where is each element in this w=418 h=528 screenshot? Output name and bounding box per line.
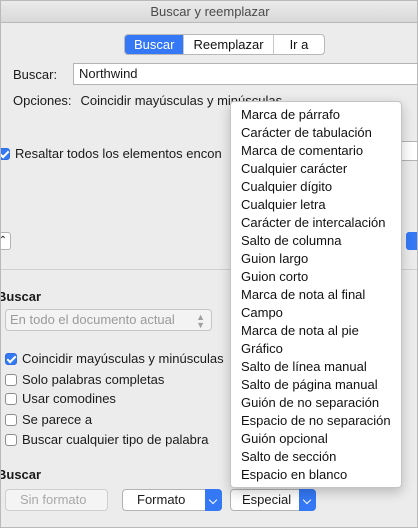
wildcards-row[interactable]: Usar comodines <box>5 391 116 406</box>
chevron-down-icon <box>205 489 222 511</box>
sounds-like-row[interactable]: Se parece a <box>5 412 92 427</box>
menu-item[interactable]: Marca de nota al pie <box>231 322 401 340</box>
find-next-button[interactable] <box>406 232 417 250</box>
menu-item[interactable]: Campo <box>231 304 401 322</box>
wildcards-label: Usar comodines <box>22 391 116 406</box>
menu-item[interactable]: Cualquier letra <box>231 196 401 214</box>
whole-words-label: Solo palabras completas <box>22 372 165 387</box>
special-button[interactable]: Especial <box>230 489 316 511</box>
menu-item[interactable]: Cualquier carácter <box>231 160 401 178</box>
all-word-forms-checkbox[interactable] <box>5 433 17 446</box>
scope-select-value: En todo el documento actual <box>10 312 175 327</box>
special-menu: Marca de párrafo Carácter de tabulación … <box>230 101 402 488</box>
menu-item[interactable]: Salto de línea manual <box>231 358 401 376</box>
chevron-down-icon <box>299 489 316 511</box>
special-button-label: Especial <box>242 492 292 507</box>
menu-item[interactable]: Espacio de no separación <box>231 412 401 430</box>
menu-item[interactable]: Salto de columna <box>231 232 401 250</box>
search-input[interactable]: Northwind <box>73 63 417 85</box>
tab-ir-a[interactable]: Ir a <box>272 35 325 54</box>
whole-words-row[interactable]: Solo palabras completas <box>5 372 164 387</box>
chevron-up-icon: ⌃ <box>1 235 7 246</box>
chevron-down-icon: ▼ <box>196 320 205 330</box>
collapse-button[interactable]: ⌃ <box>1 232 11 250</box>
match-case-label: Coincidir mayúsculas y minúsculas <box>22 351 224 366</box>
menu-item[interactable]: Carácter de tabulación <box>231 124 401 142</box>
menu-item[interactable]: Espacio en blanco <box>231 466 401 484</box>
find-replace-window: Buscar y reemplazar Buscar Reemplazar Ir… <box>0 0 418 528</box>
sounds-like-label: Se parece a <box>22 412 93 427</box>
tab-buscar[interactable]: Buscar <box>125 35 184 54</box>
menu-item[interactable]: Guion largo <box>231 250 401 268</box>
menu-item[interactable]: Marca de nota al final <box>231 286 401 304</box>
options-label: Opciones: <box>13 93 72 108</box>
tab-reemplazar[interactable]: Reemplazar <box>183 35 272 54</box>
highlight-all-checkbox[interactable] <box>1 147 10 160</box>
match-case-row[interactable]: Coincidir mayúsculas y minúsculas <box>5 351 224 366</box>
match-case-checkbox[interactable] <box>5 352 17 365</box>
menu-item[interactable]: Marca de comentario <box>231 142 401 160</box>
highlight-all-row[interactable]: Resaltar todos los elementos encon <box>1 146 222 161</box>
whole-words-checkbox[interactable] <box>5 373 17 386</box>
scope-select[interactable]: En todo el documento actual ▲ ▼ <box>5 309 212 331</box>
menu-item[interactable]: Salto de sección <box>231 448 401 466</box>
format-button[interactable]: Formato <box>122 489 222 511</box>
search-section-heading: Buscar <box>0 289 42 304</box>
menu-item[interactable]: Cualquier dígito <box>231 178 401 196</box>
menu-item[interactable]: Marca de párrafo <box>231 106 401 124</box>
wildcards-checkbox[interactable] <box>5 392 17 405</box>
sounds-like-checkbox[interactable] <box>5 413 17 426</box>
menu-item[interactable]: Guión opcional <box>231 430 401 448</box>
menu-item[interactable]: Gráfico <box>231 340 401 358</box>
format-button-label: Formato <box>137 492 186 507</box>
window-title: Buscar y reemplazar <box>1 1 417 23</box>
all-word-forms-row[interactable]: Buscar cualquier tipo de palabra <box>5 432 208 447</box>
highlight-all-label: Resaltar todos los elementos encon <box>15 146 222 161</box>
find-section-heading: Buscar <box>0 467 42 482</box>
menu-item[interactable]: Guión de no separación <box>231 394 401 412</box>
menu-item[interactable]: Guion corto <box>231 268 401 286</box>
no-format-button[interactable]: Sin formato <box>5 489 108 511</box>
all-word-forms-label: Buscar cualquier tipo de palabra <box>22 432 209 447</box>
search-label: Buscar: <box>13 67 58 82</box>
tab-bar: Buscar Reemplazar Ir a <box>124 34 326 55</box>
menu-item[interactable]: Salto de página manual <box>231 376 401 394</box>
menu-item[interactable]: Carácter de intercalación <box>231 214 401 232</box>
